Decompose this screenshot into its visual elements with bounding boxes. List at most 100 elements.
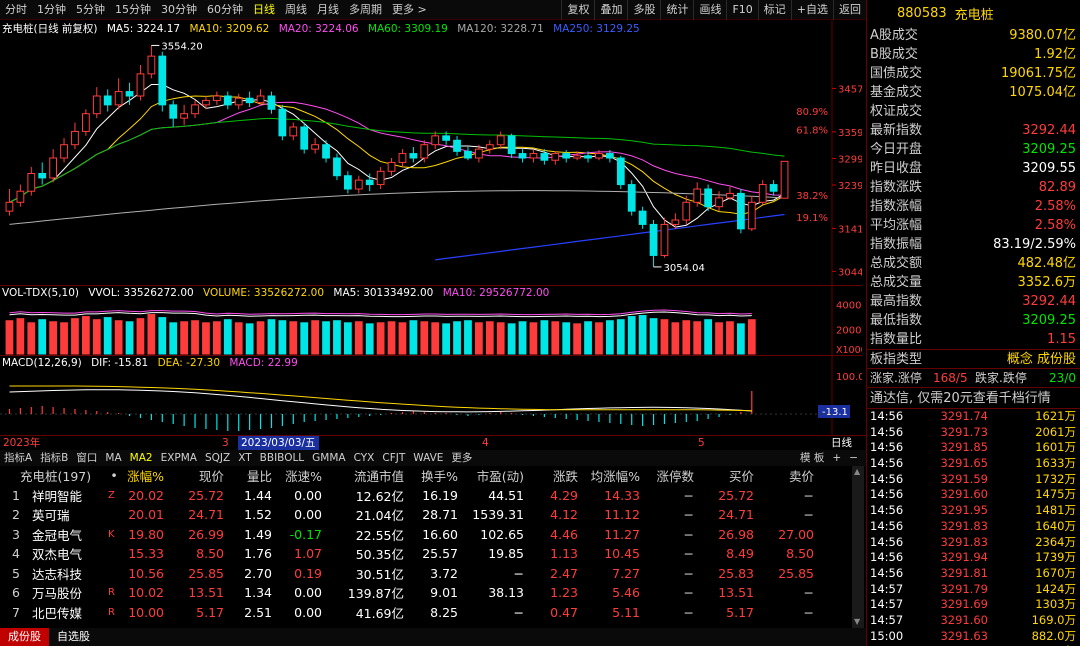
- template-control-0[interactable]: 模 板: [796, 450, 828, 466]
- macd-title: MACD(12,26,9): [2, 357, 82, 369]
- volume-panel[interactable]: 4000020000X1000 VOL-TDX(5,10) VVOL: 3352…: [0, 285, 868, 356]
- stat-value: 3209.25: [1022, 313, 1076, 328]
- tool-button-3[interactable]: 统计: [660, 0, 693, 20]
- candle: [71, 130, 79, 146]
- ma5-line: [9, 84, 785, 228]
- indicator-tab-9[interactable]: GMMA: [308, 450, 349, 466]
- macd-panel[interactable]: 100.0 -13.1 MACD(12,26,9) DIF: -15.81 DEA…: [0, 355, 865, 436]
- template-control-1[interactable]: +: [828, 450, 845, 466]
- header-avgchg[interactable]: 均涨幅%: [586, 466, 640, 485]
- tool-button-4[interactable]: 画线: [693, 0, 726, 20]
- cell-flag: R: [108, 606, 115, 618]
- bottom-tab-0[interactable]: 成份股: [0, 628, 49, 646]
- period-tab-2[interactable]: 5分钟: [71, 0, 110, 20]
- indicator-tab-5[interactable]: EXPMA: [157, 450, 201, 466]
- header-chg[interactable]: 涨跌: [532, 466, 578, 485]
- table-row[interactable]: 6 万马股份 R 10.02 13.51 1.34 0.00 139.87亿 9.01 38.13…: [0, 583, 852, 603]
- indicator-tab-13[interactable]: 更多: [447, 450, 476, 466]
- stat-value: 83.19/2.59%: [993, 237, 1076, 252]
- indicator-tab-11[interactable]: CFJT: [378, 450, 409, 466]
- period-tab-4[interactable]: 30分钟: [156, 0, 202, 20]
- header-turnover[interactable]: 换手%: [412, 466, 458, 485]
- vol-ma5-label: MA5: 30133492.00: [333, 287, 434, 299]
- indicator-tab-10[interactable]: CYX: [350, 450, 379, 466]
- indicator-tab-12[interactable]: WAVE: [409, 450, 447, 466]
- table-row[interactable]: 5 达志科技 10.56 25.85 2.70 0.19 30.51亿 3.72 − 2.47 7.…: [0, 564, 852, 584]
- period-tab-8[interactable]: 月线: [312, 0, 344, 20]
- tool-button-5[interactable]: F10: [726, 0, 757, 20]
- date-axis: 2023年 3 2023/03/03/五 4 5 日线: [0, 435, 866, 450]
- tool-button-7[interactable]: +自选: [790, 0, 833, 20]
- table-row[interactable]: 7 北巴传媒 R 10.00 5.17 2.51 0.00 41.69亿 8.25 − 0.47 5.…: [0, 603, 852, 623]
- table-row[interactable]: 4 双杰电气 15.33 8.50 1.76 1.07 50.35亿 25.57 19.85 1.…: [0, 544, 852, 564]
- stat-value: 3352.6万: [1017, 275, 1077, 290]
- kline-panel[interactable]: 3457 3359 3299 3239 3141 3044 80.9% 61.8% 38.2% 1…: [0, 20, 863, 285]
- period-tab-6[interactable]: 日线: [248, 0, 280, 20]
- tool-button-2[interactable]: 多股: [627, 0, 660, 20]
- period-tab-10[interactable]: 更多 >: [387, 0, 432, 20]
- period-tab-3[interactable]: 15分钟: [110, 0, 156, 20]
- cell-speed: 0.00: [294, 487, 322, 503]
- tool-button-8[interactable]: 返回: [833, 0, 866, 20]
- volume-bar: [114, 320, 123, 355]
- trade-row: 14:56 3291.59 1732万: [867, 472, 1080, 488]
- cell-name: 万马股份: [32, 586, 83, 602]
- cell-chg: 1.23: [550, 585, 578, 601]
- period-tab-5[interactable]: 60分钟: [202, 0, 248, 20]
- period-tab-9[interactable]: 多周期: [344, 0, 387, 20]
- trade-row: 14:57 3291.79 1424万: [867, 582, 1080, 598]
- trade-price: 3291.79: [940, 581, 988, 596]
- period-tab-1[interactable]: 1分钟: [32, 0, 71, 20]
- header-bid[interactable]: 买价: [702, 466, 754, 485]
- tool-button-6[interactable]: 标记: [757, 0, 791, 20]
- indicator-tab-0[interactable]: 指标A: [0, 450, 36, 466]
- header-pe[interactable]: 市盈(动): [466, 466, 524, 485]
- period-tab-7[interactable]: 周线: [280, 0, 312, 20]
- header-limitups[interactable]: 涨停数: [648, 466, 694, 485]
- index-name: 充电桩: [954, 7, 994, 23]
- volume-bar: [180, 321, 189, 355]
- template-control-2[interactable]: −: [845, 450, 862, 466]
- indicator-tab-4[interactable]: MA2: [126, 450, 157, 466]
- indicator-tab-3[interactable]: MA: [101, 450, 125, 466]
- indicator-tab-1[interactable]: 指标B: [36, 450, 72, 466]
- promo-text[interactable]: 通达信, 仅需20元查看千档行情: [870, 388, 1051, 409]
- header-speed[interactable]: 涨速%: [280, 466, 322, 485]
- kline-chart[interactable]: 3457 3359 3299 3239 3141 3044 80.9% 61.8% 38.2% 1…: [0, 20, 863, 285]
- header-volratio[interactable]: 量比: [232, 466, 272, 485]
- cell-pe: −: [513, 565, 524, 581]
- indicator-tab-7[interactable]: XT: [234, 450, 255, 466]
- header-price[interactable]: 现价: [178, 466, 224, 485]
- period-tab-0[interactable]: 分时: [0, 0, 32, 20]
- scroll-up-icon[interactable]: ▲: [854, 468, 862, 476]
- cell-speed: -0.17: [289, 526, 322, 542]
- stat-value: 2.58%: [1034, 218, 1076, 233]
- board-type-label: 板指类型: [870, 352, 923, 367]
- promo-row[interactable]: 通达信, 仅需20元查看千档行情: [867, 387, 1080, 408]
- header-cap[interactable]: 流通市值: [330, 466, 404, 485]
- table-row[interactable]: 3 金冠电气 K 19.80 26.99 1.49 -0.17 22.55亿 16.60 102.…: [0, 525, 852, 545]
- table-row[interactable]: 2 英可瑞 20.01 24.71 1.52 0.00 21.04亿 28.71 1539.31…: [0, 505, 852, 525]
- indicator-tab-2[interactable]: 窗口: [72, 450, 101, 466]
- table-row[interactable]: 1 祥明智能 Z 20.02 25.72 1.44 0.00 12.62亿 16.19 44.51…: [0, 486, 852, 506]
- trade-time: 14:56: [870, 487, 904, 502]
- trade-volume: 1424万: [1035, 581, 1076, 596]
- header-name[interactable]: 充电桩(197): [20, 466, 102, 485]
- table-scrollbar[interactable]: ▲ ▼: [852, 466, 864, 628]
- stat-value: 2.58%: [1034, 199, 1076, 214]
- candle: [16, 190, 25, 203]
- ma60-line: [9, 117, 785, 203]
- tool-button-0[interactable]: 复权: [561, 0, 594, 20]
- period-label[interactable]: 日线: [831, 436, 852, 450]
- indicator-tab-6[interactable]: SQJZ: [201, 450, 234, 466]
- up-limit-value: 168/5: [933, 371, 968, 385]
- scroll-down-icon[interactable]: ▼: [854, 618, 862, 626]
- stat-label: 国债成交: [870, 66, 923, 81]
- indicator-tab-8[interactable]: BBIBOLL: [256, 450, 309, 466]
- header-dot[interactable]: •: [108, 468, 120, 483]
- volume-bar: [726, 321, 734, 355]
- bottom-tab-1[interactable]: 自选股: [49, 628, 98, 646]
- header-ask[interactable]: 卖价: [762, 466, 814, 485]
- tool-button-1[interactable]: 叠加: [594, 0, 627, 20]
- header-change[interactable]: 涨幅%: [120, 466, 164, 485]
